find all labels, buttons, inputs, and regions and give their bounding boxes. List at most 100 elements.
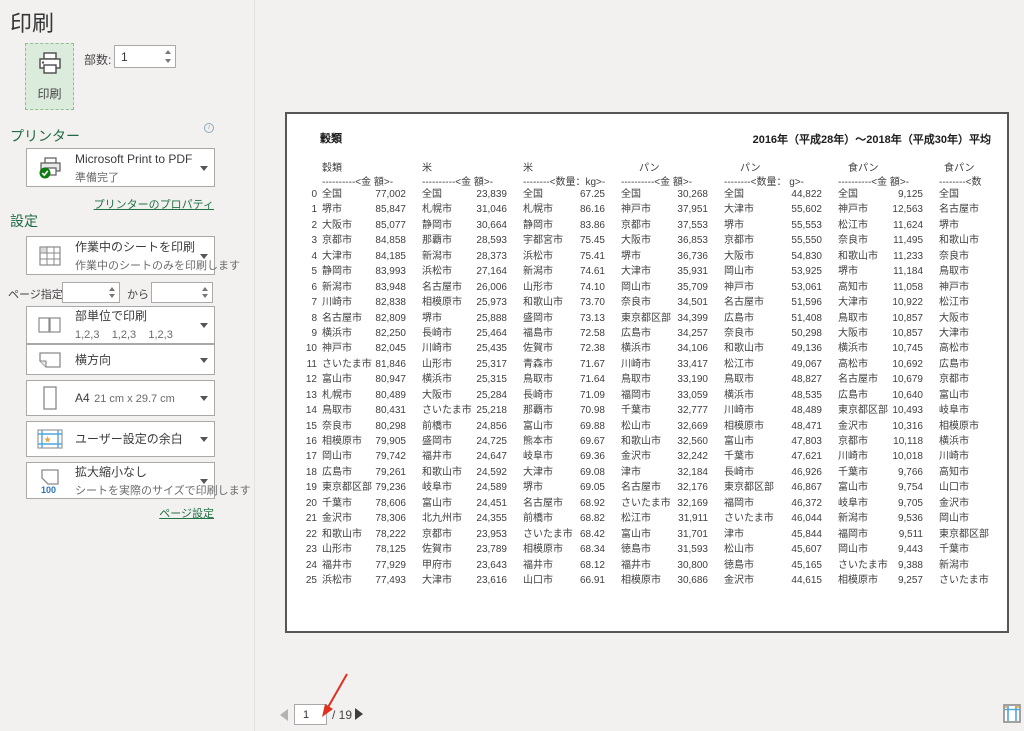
city-cell: 全国 [621,187,676,202]
city-cell: 静岡市 [322,264,374,279]
city-cell: 横浜市 [838,341,891,356]
value-cell: 31,701 [676,527,724,542]
city-cell: 全国 [838,187,891,202]
city-cell: 京都市 [724,233,779,248]
city-cell: 長崎市 [523,388,573,403]
city-cell: さいたま市 [939,573,1009,588]
copies-spin-arrows[interactable] [161,46,175,67]
value-cell: 46,867 [779,480,838,495]
row-index: 21 [295,511,317,526]
row-index: 16 [295,434,317,449]
value-cell: 24,451 [475,496,523,511]
city-cell: 京都市 [322,233,374,248]
value-cell: 37,951 [676,202,724,217]
column-subheader: ----------<金 額>- [295,173,422,188]
value-cell: 25,284 [475,388,523,403]
city-cell: 相模原市 [621,573,676,588]
city-cell: 川崎市 [322,295,374,310]
row-index: 17 [295,449,317,464]
pages-to-input[interactable] [152,283,197,302]
copies-input[interactable] [115,46,160,67]
table-row: 20千葉市78,606富山市24,451名古屋市68.92さいたま市32,169… [295,496,1007,511]
value-cell: 73.70 [573,295,621,310]
value-cell: 11,624 [891,218,939,233]
row-index: 18 [295,465,317,480]
print-button[interactable]: 印刷 [25,43,74,110]
value-cell: 78,125 [374,542,422,557]
table-row: 22和歌山市78,222京都市23,953さいたま市68.42富山市31,701… [295,527,1007,542]
value-cell: 24,725 [475,434,523,449]
value-cell: 30,268 [676,187,724,202]
value-cell: 24,856 [475,419,523,434]
value-cell: 10,679 [891,372,939,387]
table-row: 18広島市79,261和歌山市24,592大津市69.08津市32,184長崎市… [295,465,1007,480]
pages-to-stepper[interactable] [151,282,213,303]
scaling-icon: 100 [27,463,73,498]
city-cell: 佐賀市 [422,542,475,557]
city-cell: 広島市 [621,326,676,341]
city-cell: 相模原市 [422,295,475,310]
page-setup-link[interactable]: ページ設定 [159,505,214,521]
previous-page-button[interactable] [280,709,288,721]
table-row: 5静岡市83,993浜松市27,164新潟市74.61大津市35,931岡山市5… [295,264,1007,279]
value-cell: 67.25 [573,187,621,202]
value-cell: 48,489 [779,403,838,418]
print-what-dropdown[interactable]: 作業中のシートを印刷 作業中のシートのみを印刷します [26,236,215,275]
value-cell: 34,501 [676,295,724,310]
value-cell: 79,742 [374,449,422,464]
collation-dropdown[interactable]: 部単位で印刷 1,2,3 1,2,3 1,2,3 [26,306,215,344]
value-cell: 31,593 [676,542,724,557]
pages-from-stepper[interactable] [62,282,120,303]
city-cell: さいたま市 [724,511,779,526]
city-cell: 川崎市 [621,357,676,372]
city-cell: 川崎市 [939,449,1009,464]
city-cell: 新潟市 [838,511,891,526]
pages-from-input[interactable] [63,283,104,302]
value-cell: 51,596 [779,295,838,310]
city-cell: 相模原市 [939,419,1009,434]
value-cell: 68.12 [573,558,621,573]
city-cell: 長崎市 [422,326,475,341]
value-cell: 69.05 [573,480,621,495]
margins-dropdown[interactable]: ★ ユーザー設定の余白 [26,421,215,457]
city-cell: 京都市 [838,434,891,449]
city-cell: 金沢市 [724,573,779,588]
city-cell: 福岡市 [621,388,676,403]
value-cell: 69.08 [573,465,621,480]
print-what-subtitle: 作業中のシートのみを印刷します [75,260,240,272]
city-cell: 名古屋市 [724,295,779,310]
printer-select[interactable]: Microsoft Print to PDF 準備完了 [26,148,215,187]
orientation-dropdown[interactable]: 横方向 [26,344,215,375]
city-cell: 東京都区部 [724,480,779,495]
show-margins-button[interactable] [1003,704,1021,723]
value-cell: 30,664 [475,218,523,233]
city-cell: 札幌市 [422,202,475,217]
city-cell: 堺市 [724,218,779,233]
city-cell: 富山市 [523,419,573,434]
paper-size-dropdown[interactable]: A4 21 cm x 29.7 cm [26,380,215,416]
value-cell: 68.82 [573,511,621,526]
city-cell: 鳥取市 [724,372,779,387]
value-cell: 33,059 [676,388,724,403]
copies-stepper[interactable] [114,45,176,68]
value-cell: 80,947 [374,372,422,387]
column-header: 米 [523,159,621,174]
scaling-dropdown[interactable]: 100 拡大縮小なし シートを実際のサイズで印刷します [26,462,215,499]
value-cell: 69.88 [573,419,621,434]
value-cell: 25,464 [475,326,523,341]
city-cell: 岡山市 [621,280,676,295]
info-icon[interactable]: i [204,123,214,133]
value-cell: 36,853 [676,233,724,248]
city-cell: 川崎市 [422,341,475,356]
city-cell: 全国 [422,187,475,202]
print-what-title: 作業中のシートを印刷 [75,240,195,254]
settings-section-label: 設定 [10,211,38,231]
value-cell: 9,443 [891,542,939,557]
printer-properties-link[interactable]: プリンターのプロパティ [94,196,214,212]
value-cell: 75.45 [573,233,621,248]
value-cell: 25,315 [475,372,523,387]
value-cell: 9,705 [891,496,939,511]
table-row: 1堺市85,847札幌市31,046札幌市86.16神戸市37,951大津市55… [295,202,1007,217]
city-cell: 福井市 [422,449,475,464]
table-row: 19東京都区部79,236岐阜市24,589堺市69.05名古屋市32,176東… [295,480,1007,495]
